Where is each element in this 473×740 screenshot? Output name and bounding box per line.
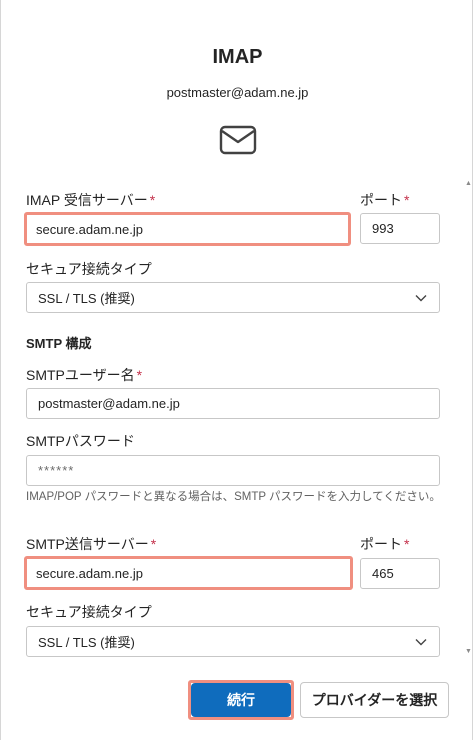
smtp-password-label: SMTPパスワード: [26, 433, 135, 449]
imap-port-input[interactable]: 993: [360, 213, 440, 244]
imap-server-label: IMAP 受信サーバー *: [26, 192, 156, 208]
required-marker: *: [150, 536, 157, 552]
smtp-port-label: ポート *: [360, 536, 410, 552]
chevron-down-icon: [415, 638, 427, 645]
imap-security-value: SSL / TLS (推奨): [38, 291, 135, 306]
smtp-server-input[interactable]: secure.adam.ne.jp: [24, 556, 353, 590]
choose-provider-button[interactable]: プロバイダーを選択: [300, 682, 449, 718]
imap-security-select[interactable]: SSL / TLS (推奨): [26, 282, 440, 313]
required-marker: *: [149, 192, 156, 208]
smtp-server-label: SMTP送信サーバー *: [26, 536, 157, 552]
smtp-password-input[interactable]: ******: [26, 455, 440, 486]
chevron-down-icon: [415, 294, 427, 301]
smtp-username-input[interactable]: postmaster@adam.ne.jp: [26, 388, 440, 419]
scroll-up-icon[interactable]: ▲: [465, 180, 472, 187]
smtp-password-hint: IMAP/POP パスワードと異なる場合は、SMTP パスワードを入力してくださ…: [26, 491, 441, 503]
mail-envelope-icon: [219, 125, 257, 155]
smtp-port-input[interactable]: 465: [360, 558, 440, 589]
smtp-security-label: セキュア接続タイプ: [26, 604, 152, 620]
scroll-down-icon[interactable]: ▼: [465, 648, 472, 655]
smtp-username-label: SMTPユーザー名 *: [26, 367, 143, 383]
imap-port-label: ポート *: [360, 192, 410, 208]
smtp-section-title: SMTP 構成: [26, 336, 92, 351]
required-marker: *: [136, 367, 143, 383]
imap-settings-dialog: IMAP postmaster@adam.ne.jp IMAP 受信サーバー * …: [0, 0, 473, 740]
continue-button-highlight: 続行: [188, 680, 294, 720]
dialog-title: IMAP: [212, 46, 263, 68]
account-email: postmaster@adam.ne.jp: [166, 85, 309, 100]
imap-server-input[interactable]: secure.adam.ne.jp: [24, 212, 351, 246]
smtp-security-value: SSL / TLS (推奨): [38, 635, 135, 650]
smtp-security-select[interactable]: SSL / TLS (推奨): [26, 626, 440, 657]
continue-button[interactable]: 続行: [191, 683, 291, 717]
imap-security-label: セキュア接続タイプ: [26, 261, 152, 277]
required-marker: *: [404, 536, 410, 552]
required-marker: *: [404, 192, 410, 208]
